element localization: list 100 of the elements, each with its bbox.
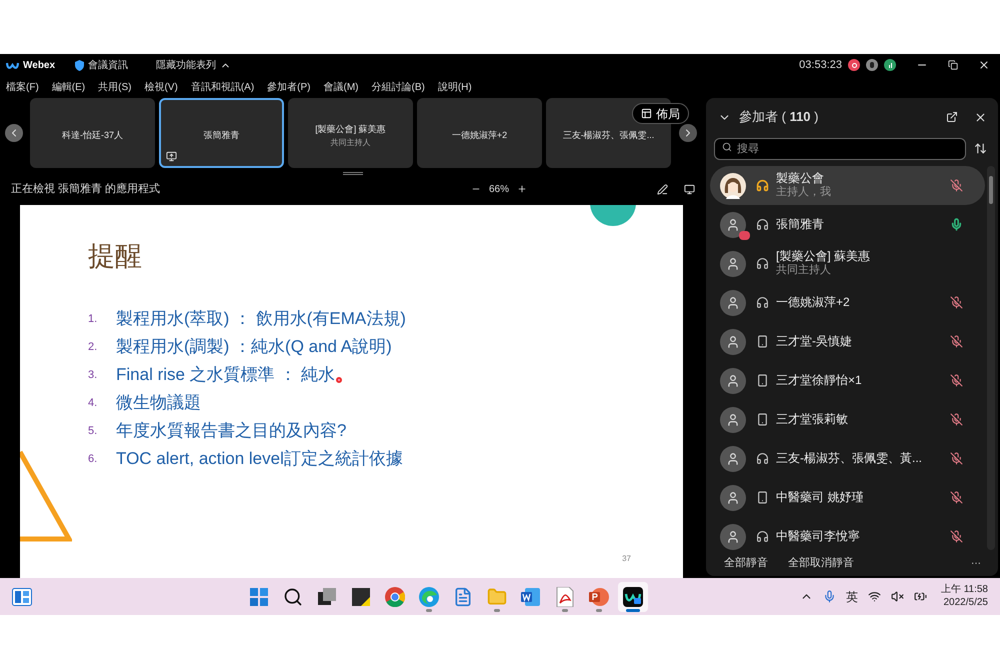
- mic-icon[interactable]: [950, 218, 963, 231]
- app-name: Webex: [23, 58, 56, 72]
- mic-muted-icon[interactable]: [950, 179, 963, 192]
- participant-row[interactable]: 三才堂徐靜怡×1: [710, 361, 985, 400]
- running-indicator: [426, 608, 432, 612]
- mic-muted-icon[interactable]: [950, 413, 963, 426]
- menu-item[interactable]: 分組討論(B): [372, 80, 425, 94]
- participant-row[interactable]: [製藥公會] 蘇美惠 共同主持人: [710, 244, 985, 283]
- annotate-icon[interactable]: [657, 184, 668, 194]
- close-icon[interactable]: [978, 59, 990, 71]
- list-number: 4.: [88, 396, 98, 411]
- avatar-icon: [720, 524, 746, 550]
- scroll-left-button[interactable]: [5, 124, 23, 142]
- running-indicator: [596, 608, 602, 612]
- widgets-icon[interactable]: [12, 588, 32, 606]
- avatar-icon: [720, 368, 746, 394]
- page-number: 37: [622, 553, 631, 565]
- avatar-icon: [720, 484, 746, 510]
- mic-icon[interactable]: [822, 590, 836, 603]
- screen-icon[interactable]: [684, 184, 695, 194]
- restore-icon[interactable]: [948, 60, 958, 70]
- presentation-app-icon: [588, 586, 609, 606]
- mic-muted-icon[interactable]: [950, 374, 963, 387]
- menu-item[interactable]: 會議(M): [324, 80, 358, 94]
- list-item: 製程用水(萃取) ： 飲用水(有EMA法規): [116, 308, 406, 330]
- mic-muted-icon[interactable]: [950, 452, 963, 465]
- mic-muted-icon[interactable]: [950, 530, 963, 543]
- search-field[interactable]: 搜尋: [714, 138, 966, 160]
- participant-row[interactable]: 三友-楊淑芬、張佩雯、黃...: [710, 439, 985, 478]
- menu-item[interactable]: 說明(H): [438, 80, 472, 94]
- list-number: 1.: [88, 312, 98, 327]
- taskbar-app-button[interactable]: [618, 582, 648, 612]
- mic-muted-icon[interactable]: [950, 296, 963, 309]
- laser-pointer-icon: [336, 377, 342, 383]
- scroll-right-button[interactable]: [679, 124, 697, 142]
- mute-action-button[interactable]: 全部靜音: [724, 554, 768, 572]
- avatar-icon: [720, 406, 746, 432]
- document-app-icon: [520, 586, 541, 606]
- menu-item[interactable]: 檔案(F): [6, 80, 39, 94]
- mic-muted-icon[interactable]: [950, 491, 963, 504]
- zoom-level: 66%: [488, 182, 509, 196]
- app-logo-icon: [6, 60, 19, 70]
- participant-row[interactable]: 製藥公會 主持人，我: [710, 166, 985, 205]
- pop-out-icon[interactable]: [946, 111, 958, 123]
- menu-item[interactable]: 參加者(P): [267, 80, 310, 94]
- list-number: 5.: [88, 424, 98, 439]
- mic-muted-icon[interactable]: [950, 335, 963, 348]
- sticky-note-icon: [352, 588, 370, 606]
- close-icon[interactable]: [974, 110, 987, 124]
- participant-row[interactable]: 三才堂-吳慎婕: [710, 322, 985, 361]
- video-tile[interactable]: [製藥公會] 蘇美惠 共同主持人: [288, 98, 413, 168]
- list-item: Final rise 之水質標準 ： 純水: [116, 364, 336, 386]
- zoom-in-icon[interactable]: [517, 184, 527, 194]
- search-icon: [722, 142, 732, 152]
- avatar-icon: [720, 328, 746, 354]
- more-button[interactable]: ···: [971, 556, 981, 570]
- running-indicator: [562, 608, 568, 612]
- list-item: TOC alert, action level訂定之統計依據: [116, 448, 403, 470]
- list-number: 6.: [88, 452, 98, 467]
- record-icon: [848, 59, 860, 71]
- menu-item[interactable]: 音訊和視訊(A): [190, 80, 254, 94]
- video-tile[interactable]: 一德姚淑萍+2: [417, 98, 542, 168]
- video-tile[interactable]: 科達-怡廷-37人: [30, 98, 155, 168]
- panel-title: 參加者 ( 110 ): [739, 108, 818, 126]
- meeting-timer: 03:53:23: [799, 58, 842, 73]
- mute-action-button[interactable]: 全部取消靜音: [788, 554, 854, 572]
- meeting-info-button[interactable]: 會議資訊: [75, 58, 128, 72]
- video-tile[interactable]: 張簡雅青: [159, 98, 284, 168]
- battery-icon[interactable]: [914, 590, 927, 603]
- muted-speaker-icon[interactable]: [890, 590, 904, 603]
- avatar-icon: [720, 290, 746, 316]
- menu-item[interactable]: 共用(S): [98, 80, 132, 94]
- layout-icon: [641, 108, 652, 119]
- hide-menu-button[interactable]: 隱藏功能表列: [156, 58, 232, 72]
- slide-title: 提醒: [88, 243, 143, 270]
- browser-icon: [418, 586, 439, 606]
- participant-row[interactable]: 張簡雅青: [710, 205, 985, 244]
- running-indicator: [626, 608, 640, 612]
- shield-icon: [75, 60, 84, 70]
- notepad-icon: [452, 586, 473, 606]
- menu-item[interactable]: 編輯(E): [52, 80, 86, 94]
- list-item: 微生物議題: [116, 392, 201, 414]
- list-item: 製程用水(調製) ：純水(Q and A說明): [116, 336, 392, 358]
- participant-row[interactable]: 一德姚淑萍+2: [710, 283, 985, 322]
- menu-item[interactable]: 檢視(V): [144, 80, 178, 94]
- participant-row[interactable]: 中醫藥司 姚妤瑾: [710, 478, 985, 517]
- input-method-indicator[interactable]: 英: [846, 588, 858, 606]
- task-view-icon: [318, 588, 336, 606]
- pdf-icon: [556, 586, 574, 606]
- list-number: 2.: [88, 340, 98, 355]
- list-number: 3.: [88, 368, 98, 383]
- windows-icon: [250, 588, 268, 606]
- participant-row[interactable]: 中醫藥司李悅寧: [710, 517, 985, 550]
- sort-icon[interactable]: [974, 142, 987, 154]
- avatar-icon: [720, 446, 746, 472]
- layout-button[interactable]: 佈局: [632, 103, 689, 124]
- meeting-app-icon: [622, 586, 643, 606]
- folder-icon: [486, 586, 507, 606]
- participant-row[interactable]: 三才堂張莉敏: [710, 400, 985, 439]
- clock[interactable]: 上午 11:58 2022/5/25: [940, 584, 988, 609]
